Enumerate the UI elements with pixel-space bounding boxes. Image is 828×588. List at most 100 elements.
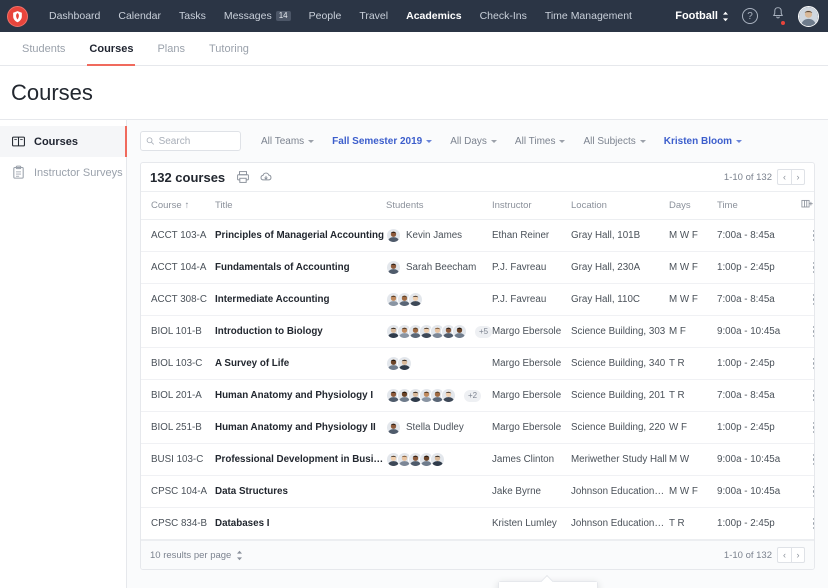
students-cell[interactable]: Stella Dudley <box>386 420 492 435</box>
help-icon[interactable]: ? <box>742 8 758 24</box>
table-row[interactable]: ACCT 308-CIntermediate AccountingP.J. Fa… <box>141 284 815 316</box>
filter-all-times[interactable]: All Times <box>506 136 575 147</box>
row-menu-icon[interactable] <box>813 298 815 301</box>
students-cell[interactable] <box>386 356 492 371</box>
tab-tutoring[interactable]: Tutoring <box>197 32 261 65</box>
row-menu-icon[interactable] <box>813 394 815 397</box>
students-cell[interactable]: +2 <box>386 388 492 403</box>
sidebar-item-instructor-surveys[interactable]: Instructor Surveys <box>0 157 126 188</box>
cell-title[interactable]: Data Structures <box>215 476 386 508</box>
cell-row-menu[interactable] <box>801 380 815 412</box>
table-row[interactable]: CPSC 104-AData StructuresJake ByrneJohns… <box>141 476 815 508</box>
cell-title[interactable]: Principles of Managerial Accounting <box>215 220 386 252</box>
cell-title[interactable]: Introduction to Biology <box>215 316 386 348</box>
students-cell[interactable]: Kevin James <box>386 228 492 243</box>
table-row[interactable]: BIOL 103-CA Survey of LifeMargo Ebersole… <box>141 348 815 380</box>
row-menu-icon[interactable] <box>813 330 815 333</box>
column-header-days[interactable]: Days <box>669 192 717 220</box>
cell-days: W F <box>669 412 717 444</box>
column-header-course[interactable]: Course↑ <box>141 192 215 220</box>
students-cell[interactable]: +5 <box>386 324 492 339</box>
prev-page-button[interactable]: ‹ <box>777 547 791 563</box>
column-header-time[interactable]: Time <box>717 192 801 220</box>
search-input[interactable] <box>159 136 235 147</box>
filter-all-days[interactable]: All Days <box>441 136 506 147</box>
table-row[interactable]: BIOL 101-BIntroduction to Biology+5Margo… <box>141 316 815 348</box>
filter-all-subjects[interactable]: All Subjects <box>574 136 654 147</box>
search-box[interactable] <box>140 131 241 151</box>
column-header-location[interactable]: Location <box>571 192 669 220</box>
prev-page-button[interactable]: ‹ <box>777 169 791 185</box>
nav-item-tasks[interactable]: Tasks <box>170 0 215 32</box>
tab-plans[interactable]: Plans <box>145 32 197 65</box>
avatar-stack[interactable] <box>386 388 452 403</box>
cell-row-menu[interactable] <box>801 284 815 316</box>
avatar-stack[interactable] <box>386 324 463 339</box>
results-per-page-selector[interactable]: 10 results per page <box>150 550 243 561</box>
cell-row-menu[interactable] <box>801 508 815 540</box>
cell-row-menu[interactable] <box>801 444 815 476</box>
cell-course: ACCT 104-A <box>141 252 215 284</box>
students-cell[interactable] <box>386 452 492 467</box>
nav-item-travel[interactable]: Travel <box>350 0 397 32</box>
table-row[interactable]: CPSC 834-BDatabases IKristen LumleyJohns… <box>141 508 815 540</box>
column-header-settings[interactable] <box>801 192 815 220</box>
cell-title[interactable]: Databases I <box>215 508 386 540</box>
row-menu-icon[interactable] <box>813 362 815 365</box>
cell-row-menu[interactable] <box>801 316 815 348</box>
avatar-stack[interactable] <box>386 452 441 467</box>
cell-title[interactable]: Fundamentals of Accounting <box>215 252 386 284</box>
column-header-instructor[interactable]: Instructor <box>492 192 571 220</box>
column-header-title[interactable]: Title <box>215 192 386 220</box>
nav-item-messages[interactable]: Messages14 <box>215 0 300 32</box>
row-menu-icon[interactable] <box>813 426 815 429</box>
table-row[interactable]: BIOL 201-AHuman Anatomy and Physiology I… <box>141 380 815 412</box>
nav-item-people[interactable]: People <box>300 0 351 32</box>
filter-semester[interactable]: Fall Semester 2019 <box>323 136 441 147</box>
team-switcher[interactable]: Football <box>675 10 729 22</box>
next-page-button[interactable]: › <box>791 547 805 563</box>
column-header-students[interactable]: Students <box>386 192 492 220</box>
table-row[interactable]: ACCT 103-APrinciples of Managerial Accou… <box>141 220 815 252</box>
nav-item-academics[interactable]: Academics <box>397 0 470 32</box>
row-menu-icon[interactable] <box>813 490 815 493</box>
cell-row-menu[interactable] <box>801 220 815 252</box>
notifications-button[interactable] <box>771 6 785 26</box>
cell-title[interactable]: Professional Development in Business <box>215 444 386 476</box>
user-avatar[interactable] <box>798 6 819 27</box>
avatar-stack[interactable] <box>386 292 419 307</box>
tab-students[interactable]: Students <box>10 32 77 65</box>
print-icon[interactable] <box>236 170 250 184</box>
next-page-button[interactable]: › <box>791 169 805 185</box>
cell-row-menu[interactable] <box>801 252 815 284</box>
cell-title[interactable]: Intermediate Accounting <box>215 284 386 316</box>
filter-all-teams[interactable]: All Teams <box>252 136 323 147</box>
cell-row-menu[interactable] <box>801 476 815 508</box>
cloud-download-icon[interactable] <box>259 170 273 184</box>
nav-item-dashboard[interactable]: Dashboard <box>40 0 109 32</box>
table-row[interactable]: BUSI 103-CProfessional Development in Bu… <box>141 444 815 476</box>
nav-item-check-ins[interactable]: Check-Ins <box>471 0 536 32</box>
sidebar-item-courses[interactable]: Courses <box>0 126 126 157</box>
chevron-down-icon <box>559 140 565 143</box>
cell-title[interactable]: A Survey of Life <box>215 348 386 380</box>
tab-courses[interactable]: Courses <box>77 32 145 65</box>
filter-advisor[interactable]: Kristen Bloom <box>655 136 751 147</box>
row-menu-icon[interactable] <box>813 458 815 461</box>
nav-item-time-management[interactable]: Time Management <box>536 0 641 32</box>
students-cell[interactable]: Sarah Beecham <box>386 260 492 275</box>
cell-row-menu[interactable] <box>801 412 815 444</box>
row-menu-icon[interactable] <box>813 522 815 525</box>
row-menu-icon[interactable] <box>813 234 815 237</box>
student-name: Stella Dudley <box>406 422 464 433</box>
cell-row-menu[interactable] <box>801 348 815 380</box>
avatar-stack[interactable] <box>386 356 408 371</box>
students-cell[interactable] <box>386 292 492 307</box>
shield-logo[interactable] <box>7 6 28 27</box>
table-row[interactable]: ACCT 104-AFundamentals of AccountingSara… <box>141 252 815 284</box>
cell-title[interactable]: Human Anatomy and Physiology I <box>215 380 386 412</box>
row-menu-icon[interactable] <box>813 266 815 269</box>
table-row[interactable]: BIOL 251-BHuman Anatomy and Physiology I… <box>141 412 815 444</box>
nav-item-calendar[interactable]: Calendar <box>109 0 170 32</box>
cell-title[interactable]: Human Anatomy and Physiology II <box>215 412 386 444</box>
